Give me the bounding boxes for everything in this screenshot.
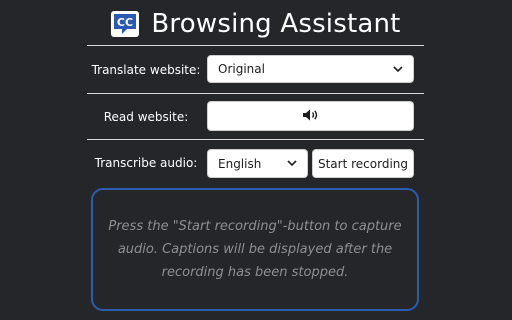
transcribe-row: Transcribe audio: English Start recordin…: [87, 140, 424, 186]
read-aloud-button[interactable]: [207, 101, 414, 131]
transcribe-selected-value: English: [218, 156, 262, 171]
translate-language-select[interactable]: Original: [207, 55, 414, 83]
header-divider: [87, 45, 424, 46]
read-label: Read website:: [103, 110, 189, 124]
captions-panel: Press the "Start recording"-button to ca…: [91, 188, 419, 311]
cc-caption-icon: CC: [111, 11, 140, 37]
svg-text:CC: CC: [117, 16, 133, 29]
chevron-down-icon: [393, 64, 403, 74]
chevron-down-icon: [287, 159, 297, 169]
app-header: CC Browsing Assistant: [0, 6, 512, 42]
translate-label: Translate website:: [91, 63, 201, 77]
start-recording-button[interactable]: Start recording: [312, 149, 414, 178]
translate-row: Translate website: Original: [87, 47, 424, 93]
app-title: Browsing Assistant: [151, 9, 401, 39]
translate-selected-value: Original: [218, 62, 265, 76]
captions-placeholder: Press the "Start recording"-button to ca…: [108, 219, 402, 280]
transcribe-language-select[interactable]: English: [207, 149, 308, 178]
read-row: Read website:: [87, 94, 424, 140]
transcribe-label: Transcribe audio:: [94, 156, 198, 170]
speaker-icon: [302, 108, 320, 125]
